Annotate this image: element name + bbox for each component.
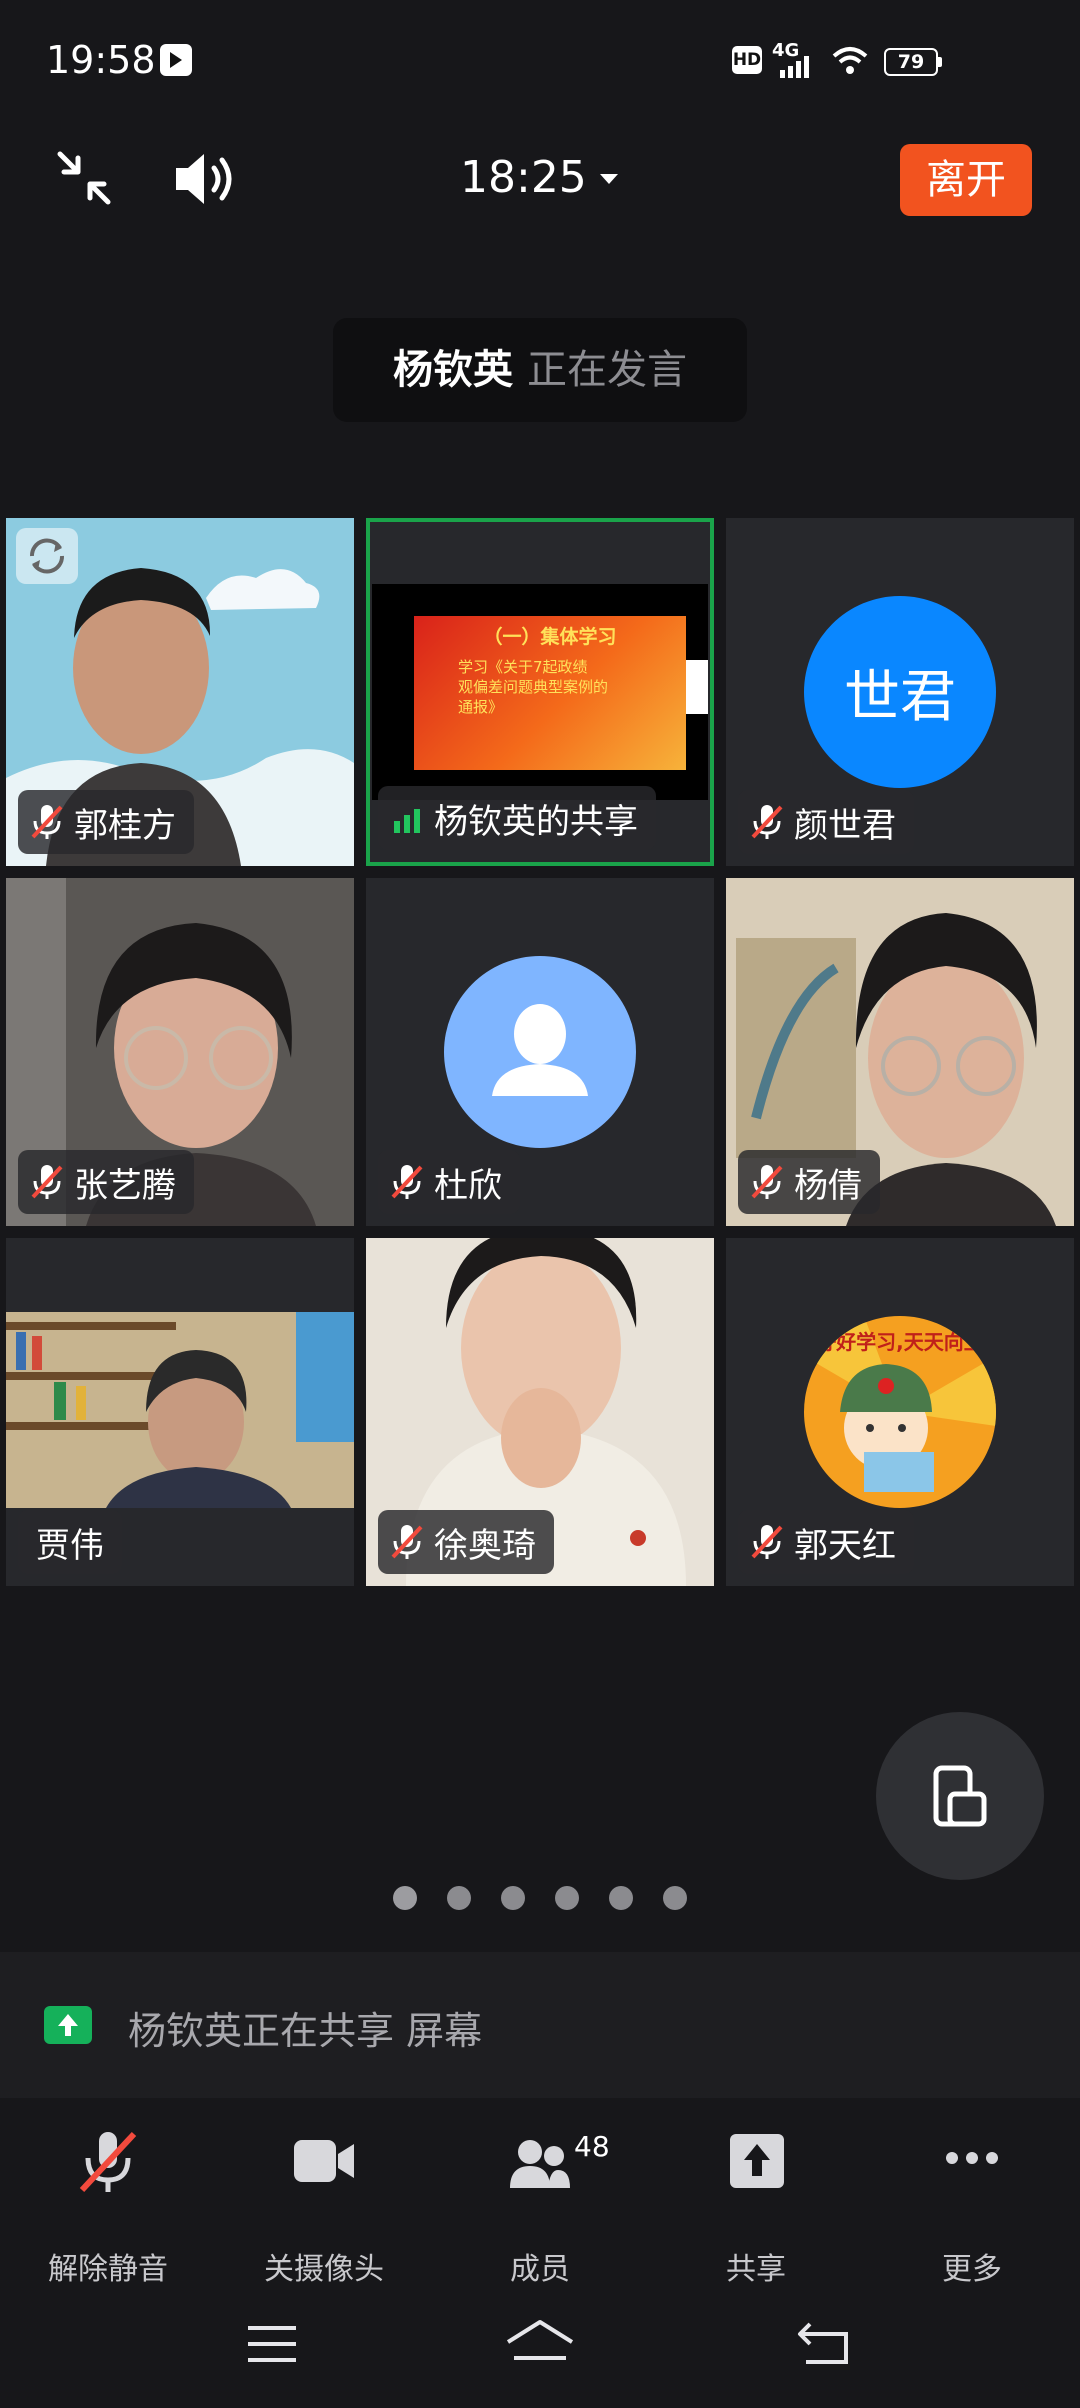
mic-muted-icon	[751, 1165, 783, 1199]
leave-button[interactable]: 离开	[900, 144, 1032, 216]
hd-badge: HD	[732, 46, 762, 74]
mic-muted-icon	[751, 805, 783, 839]
speaking-banner: 杨钦英 正在发言	[333, 318, 747, 422]
more-button[interactable]: 更多	[892, 2128, 1052, 2288]
menu-icon[interactable]	[244, 2322, 300, 2366]
refresh-icon	[29, 538, 65, 574]
avatar-tile[interactable]: 杜欣	[366, 878, 714, 1226]
person-icon	[492, 1004, 588, 1096]
avatar-tile[interactable]: 世君 颜世君	[726, 518, 1074, 866]
video-tile[interactable]: 张艺腾	[6, 878, 354, 1226]
member-count-badge: 48	[574, 2130, 610, 2163]
avatar-image: 好好学习,天天向上	[804, 1316, 996, 1508]
participant-name: 贾伟	[36, 1525, 104, 1566]
share-screen-icon	[730, 2134, 784, 2188]
slide-side-thumbnail	[686, 660, 708, 714]
mic-muted-icon	[751, 1525, 783, 1559]
page-dot[interactable]	[501, 1886, 525, 1910]
avatar-tile[interactable]: 好好学习,天天向上 郭天红	[726, 1238, 1074, 1586]
mic-muted-icon	[31, 1165, 63, 1199]
speaker-icon[interactable]	[172, 148, 238, 210]
mic-muted-icon	[79, 2131, 137, 2193]
phone-rotate-icon	[933, 1765, 987, 1827]
avatar-caption: 好好学习,天天向上	[816, 1330, 984, 1354]
more-icon	[946, 2152, 998, 2164]
slide-line-3: 通报》	[458, 698, 504, 716]
participant-name: 郭天红	[794, 1525, 896, 1566]
members-icon	[510, 2140, 570, 2188]
slide-line-1: 学习《关于7起政绩	[458, 658, 588, 676]
speaking-status: 正在发言	[527, 347, 687, 393]
participant-name: 杨钦英的共享	[434, 801, 638, 842]
battery-tip	[938, 57, 942, 67]
unmute-button[interactable]: 解除静音	[28, 2128, 188, 2288]
participant-label: 贾伟	[18, 1510, 122, 1574]
slide-heading: （一）集体学习	[483, 626, 617, 648]
members-label: 成员	[510, 2252, 570, 2287]
share-button[interactable]: 共享	[676, 2128, 836, 2288]
page-dot[interactable]	[447, 1886, 471, 1910]
switch-camera-button[interactable]	[16, 528, 78, 584]
participant-name: 杨倩	[794, 1165, 862, 1206]
slide-line-2: 观偏差问题典型案例的	[458, 678, 609, 696]
unmute-label: 解除静音	[48, 2252, 168, 2287]
camera-label: 关摄像头	[264, 2252, 384, 2287]
participant-name: 徐奥琦	[434, 1525, 536, 1566]
page-dot[interactable]	[393, 1886, 417, 1910]
participant-video	[6, 1312, 354, 1508]
share-label: 共享	[726, 2252, 786, 2287]
signal-icon	[780, 56, 809, 78]
page-dot[interactable]	[663, 1886, 687, 1910]
participant-label: 杨倩	[738, 1150, 880, 1214]
share-arrow-icon	[44, 2006, 92, 2044]
back-icon[interactable]	[796, 2320, 852, 2368]
notification-app-icon	[160, 44, 192, 76]
meeting-duration[interactable]: 18:25	[460, 152, 587, 203]
audio-level-icon	[394, 809, 420, 833]
video-tile[interactable]: 贾伟	[6, 1238, 354, 1586]
video-tile[interactable]: 郭桂方	[6, 518, 354, 866]
speaker-name: 杨钦英	[393, 347, 513, 393]
participant-label: 张艺腾	[18, 1150, 194, 1214]
home-icon[interactable]	[504, 2318, 576, 2370]
page-dot[interactable]	[555, 1886, 579, 1910]
share-status-text: 杨钦英正在共享 屏幕	[128, 2009, 483, 2053]
participant-label: 郭桂方	[18, 790, 194, 854]
camera-off-button[interactable]: 关摄像头	[244, 2128, 404, 2288]
mic-muted-icon	[31, 805, 63, 839]
participant-label: 徐奥琦	[378, 1510, 554, 1574]
battery-level: 79	[884, 48, 938, 76]
page-dot[interactable]	[609, 1886, 633, 1910]
default-avatar	[444, 956, 636, 1148]
minimize-window-icon[interactable]	[56, 150, 112, 206]
chevron-down-icon[interactable]	[598, 172, 620, 186]
switch-view-button[interactable]	[876, 1712, 1044, 1880]
avatar: 世君	[804, 596, 996, 788]
video-tile[interactable]: 杨倩	[726, 878, 1074, 1226]
participant-name: 颜世君	[794, 805, 896, 846]
shared-slide: （一）集体学习 学习《关于7起政绩 观偏差问题典型案例的 通报》	[414, 616, 686, 770]
participant-label: 颜世君	[738, 790, 914, 854]
participant-label: 郭天红	[738, 1510, 914, 1574]
screen-share-tile[interactable]: （一）集体学习 学习《关于7起政绩 观偏差问题典型案例的 通报》 杨钦英的共享	[366, 518, 714, 866]
participant-name: 张艺腾	[74, 1165, 176, 1206]
mic-muted-icon	[391, 1525, 423, 1559]
video-camera-icon	[294, 2140, 354, 2182]
video-tile[interactable]: 徐奥琦	[366, 1238, 714, 1586]
participant-name: 杜欣	[434, 1165, 502, 1206]
wifi-icon	[832, 47, 868, 74]
status-time: 19:58	[46, 38, 156, 82]
mic-muted-icon	[391, 1165, 423, 1199]
participant-label: 杨钦英的共享	[378, 786, 656, 850]
participant-name: 郭桂方	[74, 805, 176, 846]
participant-label: 杜欣	[378, 1150, 520, 1214]
more-label: 更多	[942, 2252, 1002, 2287]
